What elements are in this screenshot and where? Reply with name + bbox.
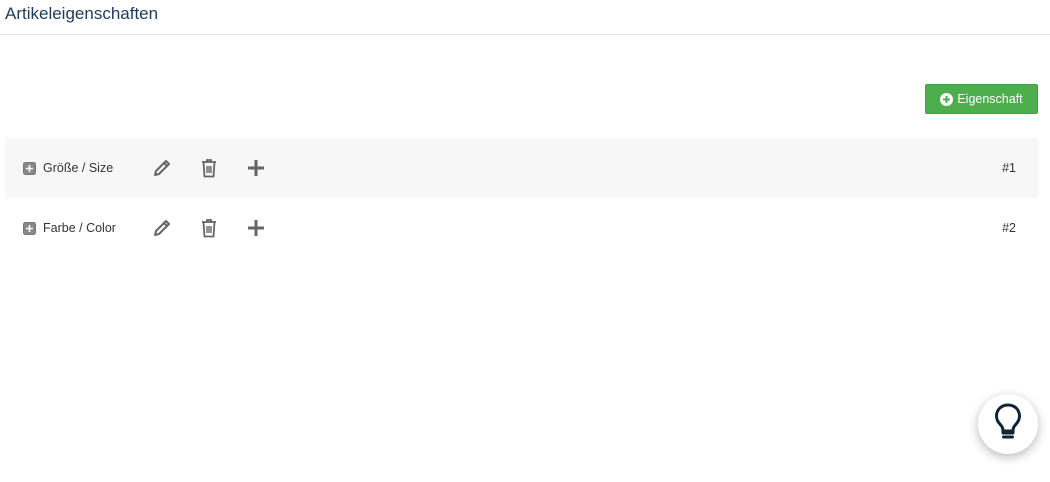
title-divider xyxy=(0,34,1050,35)
plus-icon[interactable] xyxy=(244,156,268,180)
property-label: Größe / Size xyxy=(43,161,114,175)
plus-circle-icon xyxy=(940,92,954,106)
add-property-label: Eigenschaft xyxy=(957,92,1023,106)
add-property-button[interactable]: Eigenschaft xyxy=(925,84,1038,114)
help-button[interactable] xyxy=(978,394,1038,454)
property-row: Farbe / Color #2 xyxy=(5,198,1038,258)
expand-icon[interactable] xyxy=(23,161,36,175)
property-row: Größe / Size #1 xyxy=(5,138,1038,198)
property-number: #1 xyxy=(1002,161,1016,175)
pencil-icon[interactable] xyxy=(150,156,174,180)
property-number: #2 xyxy=(1002,221,1016,235)
pencil-icon[interactable] xyxy=(150,216,174,240)
plus-icon[interactable] xyxy=(244,216,268,240)
lightbulb-icon xyxy=(992,402,1024,447)
trash-icon[interactable] xyxy=(197,216,221,240)
expand-icon[interactable] xyxy=(23,221,36,235)
page-title: Artikeleigenschaften xyxy=(5,4,159,23)
trash-icon[interactable] xyxy=(197,156,221,180)
property-label: Farbe / Color xyxy=(43,221,116,235)
